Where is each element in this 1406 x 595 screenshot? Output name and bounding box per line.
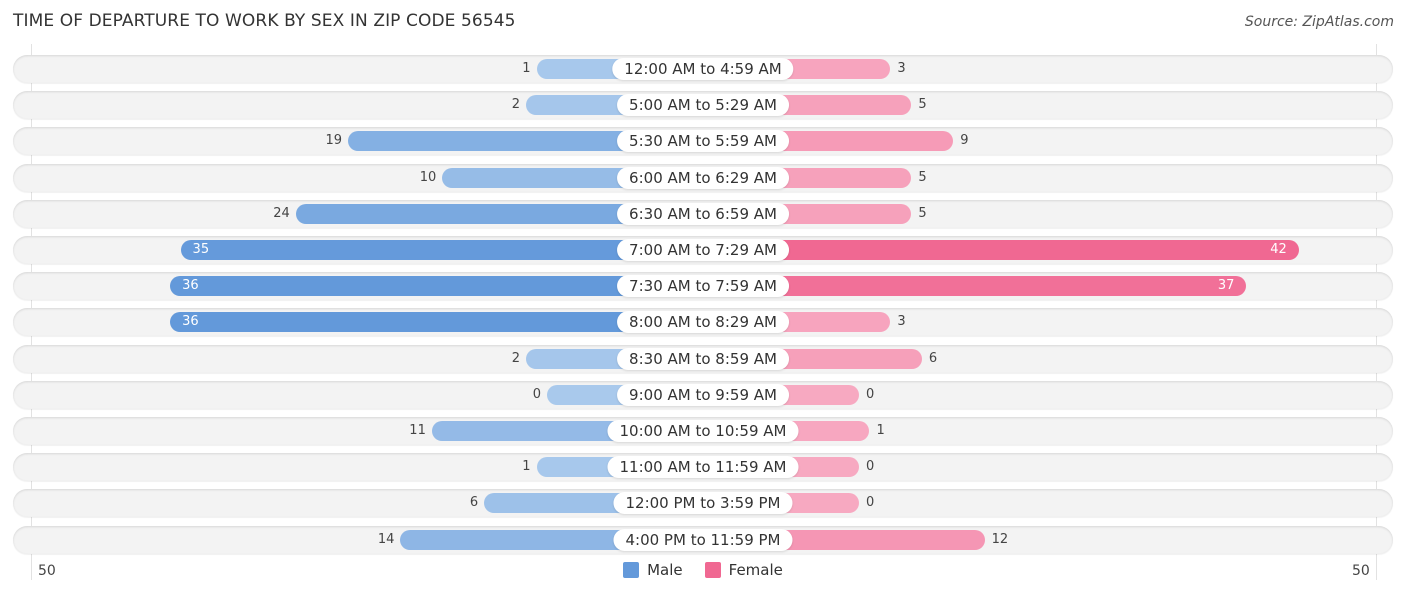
- category-label: 8:00 AM to 8:29 AM: [617, 311, 789, 334]
- value-label-male: 14: [377, 531, 395, 547]
- value-label-female: 0: [866, 386, 875, 402]
- value-label-female: 12: [991, 531, 1009, 547]
- legend-swatch-male: [623, 562, 640, 578]
- value-label-female: 5: [918, 205, 927, 221]
- legend-item-female[interactable]: Female: [704, 561, 783, 579]
- value-label-female: 0: [866, 495, 875, 511]
- value-label-male: 10: [419, 169, 437, 185]
- value-label-male: 19: [325, 133, 343, 149]
- value-label-male: 36: [182, 314, 199, 330]
- category-label: 5:00 AM to 5:29 AM: [617, 94, 789, 117]
- value-label-male: 35: [192, 242, 210, 257]
- value-label-female: 3: [897, 314, 906, 330]
- category-label: 4:00 PM to 11:59 PM: [613, 528, 793, 551]
- value-label-female: 37: [1217, 278, 1235, 294]
- category-label: 6:00 AM to 6:29 AM: [617, 166, 789, 189]
- category-label: 7:30 AM to 7:59 AM: [617, 275, 789, 298]
- source-label: Source: ZipAtlas.com: [1244, 14, 1394, 30]
- category-label: 6:30 AM to 6:59 AM: [617, 202, 789, 225]
- legend: Male Female: [0, 561, 1406, 579]
- legend-item-male[interactable]: Male: [623, 561, 683, 579]
- value-label-male: 0: [532, 386, 541, 402]
- value-label-female: 0: [866, 459, 875, 475]
- legend-label-male: Male: [647, 561, 683, 579]
- category-label: 12:00 PM to 3:59 PM: [613, 492, 793, 515]
- category-label: 5:30 AM to 5:59 AM: [617, 130, 789, 153]
- value-label-female: 42: [1270, 242, 1287, 257]
- category-label: 7:00 AM to 7:29 AM: [617, 239, 789, 261]
- value-label-male: 36: [182, 278, 199, 294]
- chart-title: TIME OF DEPARTURE TO WORK BY SEX IN ZIP …: [13, 11, 516, 31]
- value-label-female: 5: [918, 169, 927, 185]
- legend-swatch-female: [704, 562, 721, 578]
- value-label-male: 2: [511, 97, 521, 113]
- value-label-female: 6: [928, 350, 938, 366]
- bar-female[interactable]: [703, 240, 1299, 260]
- value-label-female: 1: [876, 423, 885, 438]
- legend-label-female: Female: [728, 561, 783, 579]
- value-label-male: 2: [511, 350, 521, 366]
- value-label-female: 3: [897, 61, 906, 76]
- category-label: 9:00 AM to 9:59 AM: [617, 383, 789, 406]
- value-label-male: 1: [522, 459, 531, 475]
- category-label: 11:00 AM to 11:59 AM: [607, 456, 799, 479]
- value-label-male: 24: [273, 205, 290, 221]
- category-label: 8:30 AM to 8:59 AM: [617, 347, 789, 370]
- value-label-female: 5: [918, 97, 927, 113]
- category-label: 10:00 AM to 10:59 AM: [607, 420, 799, 442]
- value-label-male: 6: [469, 495, 479, 511]
- value-label-male: 1: [522, 61, 531, 76]
- value-label-female: 9: [960, 133, 969, 149]
- value-label-male: 11: [409, 423, 426, 438]
- category-label: 12:00 AM to 4:59 AM: [612, 58, 794, 80]
